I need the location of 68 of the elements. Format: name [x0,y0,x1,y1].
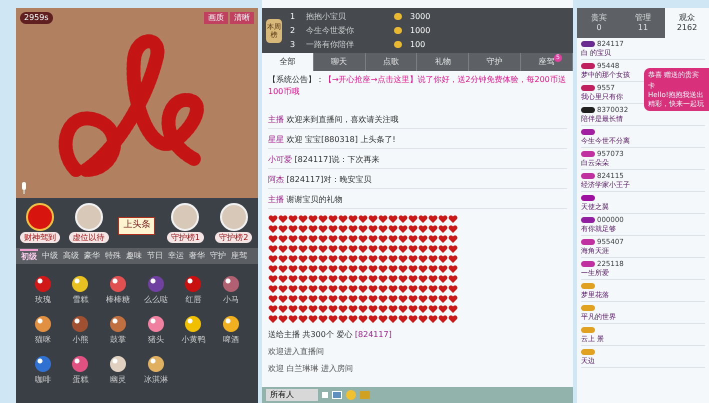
chat-tab[interactable]: 点歌 [366,53,418,71]
chat-message: 小可爱 [824117]说：下次再来 [268,154,567,169]
avatar-silhouette [220,203,248,231]
chat-tab[interactable]: 全部 [262,53,314,71]
seat-label: 守护榜1 [166,232,204,243]
video-button[interactable]: 画质 [204,12,228,24]
gift-tab[interactable]: 座驾 [230,250,248,262]
rank-value: 100 [410,38,426,50]
rank-number: 2 [290,24,296,36]
gift-item[interactable]: 咖啡 [24,354,62,386]
image-icon[interactable] [332,391,342,399]
gift-item[interactable]: 啤酒 [212,314,250,346]
gift-item[interactable]: 玫瑰 [24,274,62,306]
gift-item[interactable]: 猫咪 [24,314,62,346]
gift-item[interactable]: 么么哒 [137,274,175,306]
gift-item[interactable]: 小马 [212,274,250,306]
system-message: 欢迎 白兰琳琳 进入房间 [268,363,354,375]
chat-message: 星星 欢迎 宝宝[880318] 上头条了! [268,134,567,149]
rank-number: 3 [290,38,296,50]
gift-item[interactable]: 猪头 [137,314,175,346]
rank-name: 一路有你陪伴 [306,38,355,50]
gift-item[interactable]: 红唇 [174,274,212,306]
chat-message: 主播 谢谢宝贝的礼物 [268,194,567,209]
microphone-icon[interactable] [20,182,28,194]
avatar-silhouette [171,203,200,231]
medal-icon [26,203,54,231]
chat-tab[interactable]: 守护 [469,53,522,71]
rank-name: 今生今世爱你 [306,24,355,36]
chat-tab[interactable]: 礼物 [417,53,470,71]
gift-item[interactable]: 小黄鸭 [174,314,212,346]
gift-tab[interactable]: 高级 [62,250,80,262]
gift-item[interactable]: 雪糕 [62,274,100,306]
gift-tab[interactable]: 奢华 [188,250,206,262]
gift-tab[interactable]: 守护 [209,250,227,262]
user-tab[interactable]: 观众 2162 [665,8,709,38]
gift-item[interactable]: 小熊 [62,314,100,346]
color-swatch-icon[interactable] [322,392,328,398]
signboard[interactable]: 上头条 [118,217,156,235]
seat-label: 虚位以待 [68,232,109,243]
video-button[interactable]: 清晰 [230,12,254,24]
gift-item[interactable]: 棒棒糖 [99,274,137,306]
gift-message: 送给主播 共300个 爱心 [824117] [268,329,393,341]
rank-value: 3000 [410,10,430,22]
chat-tab[interactable]: 聊天 [314,53,366,71]
gift-tab[interactable]: 幸运 [167,250,185,262]
system-message: 欢迎进入直播间 [268,346,325,358]
gift-item[interactable]: 蛋糕 [62,354,100,386]
gift-tab[interactable]: 豪华 [83,250,101,262]
chat-message: 阿杰 [824117]对：晚安宝贝 [268,174,567,189]
rank-number: 1 [290,10,296,22]
seat-label: 守护榜2 [215,232,252,243]
user-tab[interactable]: 管理 11 [621,8,665,38]
gift-item[interactable]: 幽灵 [99,354,137,386]
user-tab[interactable]: 贵宾 0 [577,8,621,38]
avatar-silhouette [74,203,103,231]
target-select[interactable]: 所有人 [266,389,318,401]
gift-item[interactable]: 冰淇淋 [137,354,175,386]
rank-name: 抱抱小宝贝 [306,10,347,22]
live-badge: 2959s [20,12,53,24]
gift-tab[interactable]: 中级 [41,250,59,262]
gift-tab[interactable]: 特殊 [104,250,122,262]
seat-label: 财神驾到 [20,232,60,243]
announcement-text: 【系统公告】：【→开心抢座→点击这里】说了你好，送2分钟免费体验，每200币送100币哦 [268,74,567,98]
gift-tab[interactable]: 节日 [146,250,164,262]
gift-tab[interactable]: 趣味 [125,250,143,262]
rank-value: 1000 [410,24,430,36]
chat-message: 主播 欢迎来到直播间，喜欢请关注哦 [268,114,567,129]
gift-item[interactable]: 鼓掌 [99,314,137,346]
